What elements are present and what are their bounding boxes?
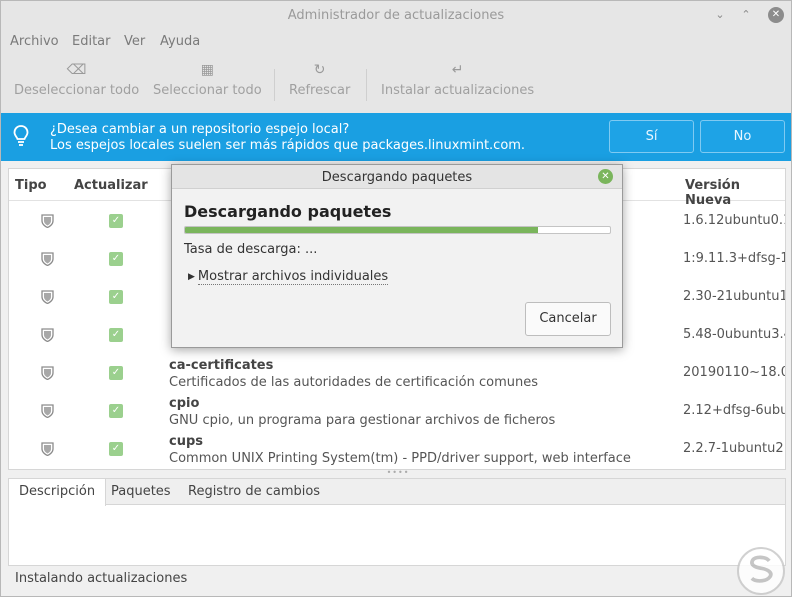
download-dialog: Descargando paquetes ✕ Descargando paque… — [171, 164, 623, 348]
select-all-label: Seleccionar todo — [153, 83, 262, 98]
shield-icon — [41, 214, 54, 228]
menu-ver[interactable]: Ver — [124, 34, 145, 49]
title-bar[interactable]: Administrador de actualizaciones ⌄ ⌃ ✕ — [1, 1, 791, 31]
shield-icon — [41, 290, 54, 304]
package-description: Certificados de las autoridades de certi… — [169, 375, 538, 390]
download-progress-bar — [184, 226, 611, 234]
expander-label: Mostrar archivos individuales — [197, 269, 389, 285]
no-button[interactable]: No — [700, 120, 785, 153]
tab-changelog[interactable]: Registro de cambios — [178, 479, 330, 505]
update-checkbox[interactable]: ✓ — [109, 404, 123, 418]
download-rate: Tasa de descarga: ... — [184, 242, 318, 257]
pane-resize-handle[interactable]: •••• — [384, 469, 412, 477]
update-checkbox[interactable]: ✓ — [109, 214, 123, 228]
update-checkbox[interactable]: ✓ — [109, 328, 123, 342]
yes-button[interactable]: Sí — [609, 120, 694, 153]
menu-ayuda[interactable]: Ayuda — [160, 34, 200, 49]
package-version: 1.6.12ubuntu0.1 — [683, 213, 786, 228]
deselect-all-label: Deseleccionar todo — [14, 83, 140, 98]
select-all-button[interactable]: ▦ Seleccionar todo — [153, 61, 262, 98]
deselect-all-button[interactable]: ⌫ Deseleccionar todo — [14, 61, 139, 98]
update-checkbox[interactable]: ✓ — [109, 366, 123, 380]
tab-strip: Descripción Paquetes Registro de cambios — [9, 479, 785, 506]
install-arrow-icon: ↵ — [451, 62, 464, 78]
menu-archivo[interactable]: Archivo — [10, 34, 59, 49]
show-files-expander[interactable]: ▶ Mostrar archivos individuales — [188, 269, 389, 285]
column-header-version[interactable]: Versión Nueva — [685, 178, 785, 208]
status-text: Instalando actualizaciones — [15, 571, 188, 586]
package-version: 1:9.11.3+dfsg-1u — [683, 251, 786, 266]
column-header-type[interactable]: Tipo — [15, 178, 47, 193]
infobar-detail: Los espejos locales suelen ser más rápid… — [50, 138, 526, 153]
toolbar-separator — [366, 69, 367, 101]
dialog-close-icon[interactable]: ✕ — [598, 169, 613, 184]
package-name: cpio — [169, 396, 200, 411]
package-version: 2.12+dfsg-6ubu — [683, 403, 786, 418]
dialog-title-bar[interactable]: Descargando paquetes ✕ — [172, 165, 622, 189]
toolbar: ⌫ Deseleccionar todo ▦ Seleccionar todo … — [1, 53, 791, 113]
shield-icon — [41, 328, 54, 342]
update-checkbox[interactable]: ✓ — [109, 442, 123, 456]
close-icon[interactable]: ✕ — [768, 7, 784, 23]
table-row[interactable]: ✓ ca-certificates Certificados de las au… — [9, 358, 786, 399]
table-row[interactable]: ✓ cups Common UNIX Printing System(tm) -… — [9, 434, 786, 469]
package-name: ca-certificates — [169, 358, 274, 373]
minimize-icon[interactable]: ⌄ — [713, 8, 727, 22]
menu-editar[interactable]: Editar — [72, 34, 111, 49]
maximize-icon[interactable]: ⌃ — [739, 8, 753, 22]
shield-icon — [41, 252, 54, 266]
package-version: 20190110~18.04 — [683, 365, 786, 380]
lightbulb-icon — [13, 125, 29, 146]
progress-fill — [185, 227, 538, 233]
expander-triangle-icon: ▶ — [188, 272, 195, 282]
dialog-heading: Descargando paquetes — [184, 202, 392, 221]
package-version: 2.2.7-1ubuntu2.8 — [683, 441, 786, 456]
dialog-title: Descargando paquetes — [321, 170, 473, 185]
shield-icon — [41, 366, 54, 380]
update-checkbox[interactable]: ✓ — [109, 290, 123, 304]
watermark-logo — [737, 547, 785, 595]
tab-description[interactable]: Descripción — [9, 479, 107, 506]
column-header-update[interactable]: Actualizar — [74, 178, 148, 193]
tab-packages[interactable]: Paquetes — [101, 479, 181, 505]
toolbar-separator — [274, 69, 275, 101]
refresh-icon: ↻ — [313, 62, 326, 78]
menu-bar: Archivo Editar Ver Ayuda — [1, 31, 791, 53]
package-description: Common UNIX Printing System(tm) - PPD/dr… — [169, 451, 631, 466]
details-notebook: Descripción Paquetes Registro de cambios — [8, 478, 786, 566]
install-updates-label: Instalar actualizaciones — [381, 83, 535, 98]
update-checkbox[interactable]: ✓ — [109, 252, 123, 266]
cancel-button[interactable]: Cancelar — [525, 302, 611, 336]
select-all-icon: ▦ — [200, 62, 214, 78]
package-version: 5.48-0ubuntu3.4 — [683, 327, 786, 342]
package-version: 2.30-21ubuntu1 — [683, 289, 786, 304]
window-title: Administrador de actualizaciones — [287, 8, 505, 23]
install-updates-button[interactable]: ↵ Instalar actualizaciones — [381, 61, 534, 98]
shield-icon — [41, 442, 54, 456]
package-description: GNU cpio, un programa para gestionar arc… — [169, 413, 556, 428]
update-manager-window: Administrador de actualizaciones ⌄ ⌃ ✕ A… — [0, 0, 792, 597]
refresh-button[interactable]: ↻ Refrescar — [289, 61, 350, 98]
infobar-question: ¿Desea cambiar a un repositorio espejo l… — [50, 122, 350, 137]
backspace-icon: ⌫ — [66, 62, 87, 78]
table-row[interactable]: ✓ cpio GNU cpio, un programa para gestio… — [9, 396, 786, 437]
package-name: cups — [169, 434, 204, 449]
shield-icon — [41, 404, 54, 418]
mirror-infobar: ¿Desea cambiar a un repositorio espejo l… — [1, 113, 791, 161]
refresh-label: Refrescar — [289, 83, 351, 98]
